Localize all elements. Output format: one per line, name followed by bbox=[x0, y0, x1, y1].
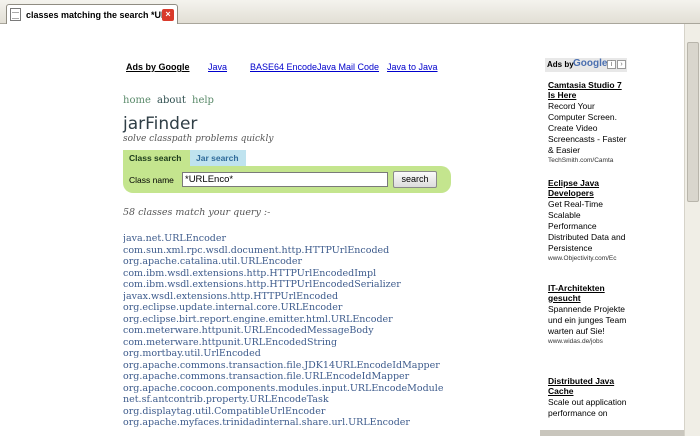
ad-next-icon[interactable]: › bbox=[617, 60, 626, 69]
result-link[interactable]: org.eclipse.update.internal.core.URLEnco… bbox=[123, 302, 342, 314]
side-ads-header: Ads by Google i › bbox=[545, 58, 627, 72]
result-link[interactable]: com.ibm.wsdl.extensions.http.HTTPUrlEnco… bbox=[123, 268, 376, 280]
result-link[interactable]: com.sun.xml.rpc.wsdl.document.http.HTTPU… bbox=[123, 245, 389, 257]
side-ad-url[interactable]: TechSmith.com/Camta bbox=[548, 156, 627, 165]
side-ads-column: Ads by Google i › Camtasia Studio 7 Is H… bbox=[545, 58, 627, 436]
result-link[interactable]: org.apache.catalina.util.URLEncoder bbox=[123, 256, 302, 268]
result-link[interactable]: org.apache.myfaces.trinidadinternal.shar… bbox=[123, 417, 410, 429]
browser-tab[interactable]: classes matching the search *UR... × bbox=[6, 4, 178, 24]
ads-by-google-label[interactable]: Ads by Google bbox=[126, 62, 190, 72]
side-ad-body: Scale out application performance on bbox=[548, 397, 627, 418]
results-list: java.net.URLEncoder com.sun.xml.rpc.wsdl… bbox=[123, 233, 453, 436]
ad-link-java[interactable]: Java bbox=[208, 62, 227, 72]
result-link[interactable]: org.apache.cocoon.components.modules.inp… bbox=[123, 383, 443, 395]
result-link[interactable]: com.meterware.httpunit.URLEncodedString bbox=[123, 337, 337, 349]
result-link[interactable]: javax.wsdl.extensions.http.HTTPUrlEncode… bbox=[123, 291, 338, 303]
close-tab-icon[interactable]: × bbox=[162, 8, 174, 21]
nav-about-link[interactable]: about bbox=[157, 95, 186, 106]
class-name-input[interactable] bbox=[182, 172, 388, 187]
result-link[interactable]: org.mortbay.util.UrlEncoded bbox=[123, 348, 261, 360]
side-ad[interactable]: Distributed Java Cache Scale out applica… bbox=[548, 376, 627, 419]
side-ad[interactable]: Camtasia Studio 7 Is Here Record Your Co… bbox=[548, 80, 627, 165]
ad-link-base64-encode[interactable]: BASE64 Encode bbox=[250, 62, 317, 72]
results-summary: 58 classes match your query :- bbox=[123, 207, 271, 218]
side-ad-title[interactable]: Eclipse Java Developers bbox=[548, 178, 627, 198]
google-logo: Google bbox=[573, 58, 608, 69]
browser-tab-bar: classes matching the search *UR... × bbox=[0, 0, 700, 24]
tab-jar-search[interactable]: Jar search bbox=[190, 150, 246, 166]
class-name-label: Class name bbox=[129, 175, 174, 185]
status-bar-strip bbox=[540, 430, 684, 436]
result-link[interactable]: org.displaytag.util.CompatibleUrlEncoder bbox=[123, 406, 325, 418]
side-ad[interactable]: Eclipse Java Developers Get Real-Time Sc… bbox=[548, 178, 627, 263]
side-ad-url[interactable]: www.Objectivity.com/Ec bbox=[548, 254, 627, 263]
vertical-scrollbar[interactable] bbox=[684, 24, 700, 436]
search-panel: Class name search bbox=[123, 166, 451, 193]
site-title: jarFinder bbox=[123, 114, 198, 134]
ads-bar: Ads by Google Java BASE64 Encode Java Ma… bbox=[126, 62, 526, 76]
side-ad-body: Spannende Projekte und ein junges Team w… bbox=[548, 304, 627, 336]
page-icon bbox=[10, 8, 21, 21]
result-link[interactable]: com.ibm.wsdl.extensions.http.HTTPUrlEnco… bbox=[123, 279, 401, 291]
search-button[interactable]: search bbox=[393, 171, 437, 188]
ads-by-label: Ads by bbox=[547, 60, 574, 69]
side-ad[interactable]: IT-Architekten gesucht Spannende Projekt… bbox=[548, 283, 627, 346]
side-ad-title[interactable]: Camtasia Studio 7 Is Here bbox=[548, 80, 627, 100]
nav-home-link[interactable]: home bbox=[123, 95, 151, 106]
scrollbar-thumb[interactable] bbox=[687, 42, 699, 202]
result-link[interactable]: org.apache.commons.transaction.file.URLE… bbox=[123, 371, 409, 383]
tab-class-search[interactable]: Class search bbox=[123, 150, 190, 166]
side-ad-body: Get Real-Time Scalable Performance Distr… bbox=[548, 199, 626, 253]
side-ad-title[interactable]: Distributed Java Cache bbox=[548, 376, 627, 396]
side-ad-url[interactable]: www.widas.de/jobs bbox=[548, 337, 627, 346]
ad-info-icon[interactable]: i bbox=[607, 60, 616, 69]
tab-title: classes matching the search *UR... bbox=[26, 9, 162, 20]
result-link[interactable]: org.apache.commons.transaction.file.JDK1… bbox=[123, 360, 440, 372]
result-link[interactable]: org.eclipse.birt.report.engine.emitter.h… bbox=[123, 314, 393, 326]
ad-link-java-mail-code[interactable]: Java Mail Code bbox=[317, 62, 379, 72]
site-tagline: solve classpath problems quickly bbox=[123, 134, 274, 144]
side-ad-title[interactable]: IT-Architekten gesucht bbox=[548, 283, 627, 303]
result-link[interactable]: java.net.URLEncoder bbox=[123, 233, 226, 245]
side-ad-body: Record Your Computer Screen. Create Vide… bbox=[548, 101, 627, 155]
ad-link-java-to-java[interactable]: Java to Java bbox=[387, 62, 438, 72]
result-link[interactable]: net.sf.antcontrib.property.URLEncodeTask bbox=[123, 394, 329, 406]
nav-help-link[interactable]: help bbox=[192, 95, 214, 106]
result-link[interactable]: com.meterware.httpunit.URLEncodedMessage… bbox=[123, 325, 374, 337]
